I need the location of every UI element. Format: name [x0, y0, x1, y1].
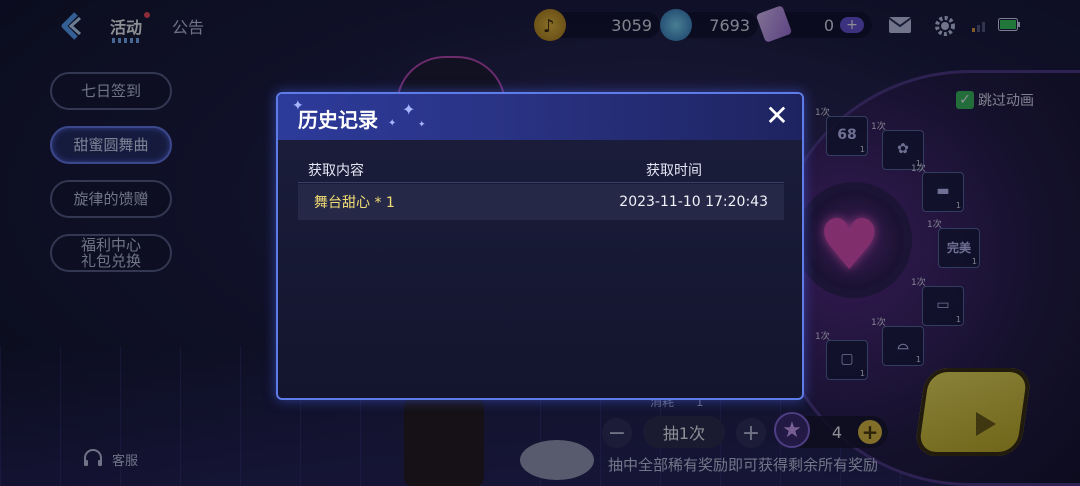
sparkle-icon: ✦: [388, 118, 397, 129]
column-header-time: 获取时间: [646, 163, 702, 179]
column-header-content: 获取内容: [308, 163, 364, 179]
table-row: 舞台甜心 * 1 2023-11-10 17:20:43: [298, 184, 784, 220]
history-modal: ✦ ✦ ✦ ✦ 历史记录 ✕ 获取内容 获取时间 舞台甜心 * 1 2023-1…: [276, 92, 804, 400]
header-divider: [298, 182, 784, 183]
row-content: 舞台甜心 * 1: [314, 195, 395, 211]
close-icon[interactable]: ✕: [764, 102, 790, 130]
modal-title: 历史记录: [298, 108, 378, 132]
row-time: 2023-11-10 17:20:43: [619, 194, 768, 210]
sparkle-icon: ✦: [418, 120, 426, 130]
modal-header: ✦ ✦ ✦ ✦ 历史记录 ✕: [278, 94, 802, 140]
sparkle-icon: ✦: [402, 100, 416, 119]
